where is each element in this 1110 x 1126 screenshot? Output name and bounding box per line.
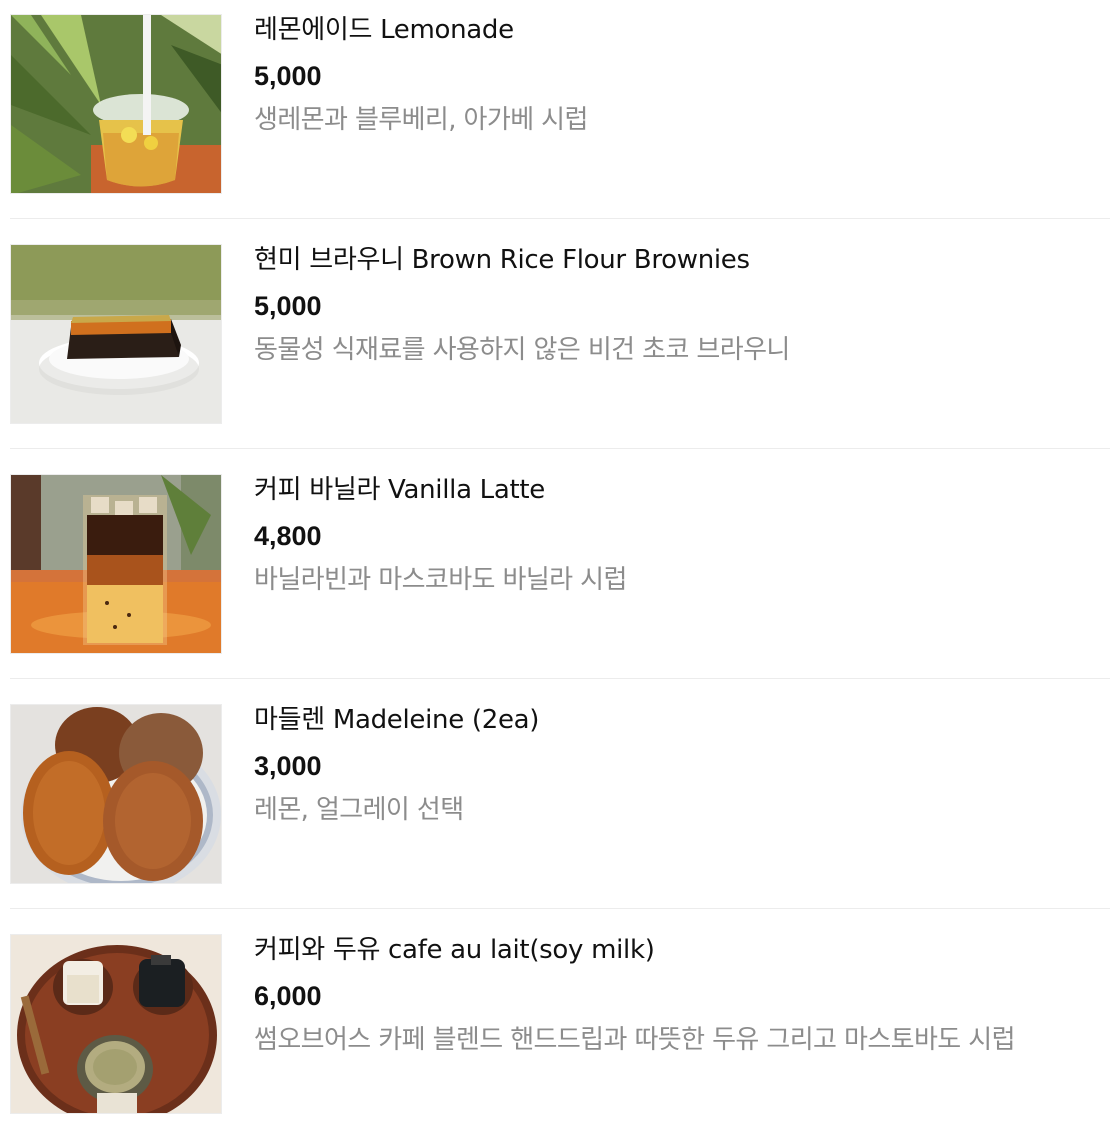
lemonade-photo[interactable]: [10, 14, 222, 194]
menu-item-info: 커피와 두유 cafe au lait(soy milk) 6,000 썸오브어…: [254, 934, 1110, 1056]
menu-item[interactable]: 커피 바닐라 Vanilla Latte 4,800 바닐라빈과 마스코바도 바…: [10, 474, 1110, 704]
vanilla-latte-photo[interactable]: [10, 474, 222, 654]
menu-item-name: 커피와 두유 cafe au lait(soy milk): [254, 935, 655, 965]
menu-item-info: 현미 브라우니 Brown Rice Flour Brownies 5,000 …: [254, 244, 1110, 366]
lemonade-image: [11, 15, 221, 193]
menu-item-price: 4,800: [254, 521, 322, 551]
cafe-au-lait-photo[interactable]: [10, 934, 222, 1114]
menu-item-name: 마들렌 Madeleine (2ea): [254, 705, 540, 735]
madeleine-photo[interactable]: [10, 704, 222, 884]
menu-item[interactable]: 현미 브라우니 Brown Rice Flour Brownies 5,000 …: [10, 244, 1110, 474]
menu-item-name: 레몬에이드 Lemonade: [254, 15, 514, 45]
divider: [10, 448, 1110, 449]
menu-item-price: 5,000: [254, 291, 322, 321]
menu-item[interactable]: 레몬에이드 Lemonade 5,000 생레몬과 블루베리, 아가베 시럽: [10, 14, 1110, 244]
menu-item-description: 레몬, 얼그레이 선택: [254, 795, 464, 825]
cafe-au-lait-image: [11, 935, 221, 1113]
menu-item-description: 썸오브어스 카페 블렌드 핸드드립과 따뜻한 두유 그리고 마스토바도 시럽: [254, 1025, 1016, 1055]
menu-item-price: 6,000: [254, 981, 322, 1011]
menu-item-name: 커피 바닐라 Vanilla Latte: [254, 475, 545, 505]
menu-item[interactable]: 커피와 두유 cafe au lait(soy milk) 6,000 썸오브어…: [10, 934, 1110, 1124]
menu-item-info: 레몬에이드 Lemonade 5,000 생레몬과 블루베리, 아가베 시럽: [254, 14, 1110, 136]
divider: [10, 908, 1110, 909]
menu-item-name: 현미 브라우니 Brown Rice Flour Brownies: [254, 245, 750, 275]
menu-item-price: 3,000: [254, 751, 322, 781]
divider: [10, 678, 1110, 679]
menu-item-info: 커피 바닐라 Vanilla Latte 4,800 바닐라빈과 마스코바도 바…: [254, 474, 1110, 596]
divider: [10, 218, 1110, 219]
vanilla-latte-image: [11, 475, 221, 653]
brownie-image: [11, 245, 221, 423]
menu-list: 레몬에이드 Lemonade 5,000 생레몬과 블루베리, 아가베 시럽 현…: [10, 14, 1110, 1114]
menu-item-price: 5,000: [254, 61, 322, 91]
menu-item-description: 동물성 식재료를 사용하지 않은 비건 초코 브라우니: [254, 335, 790, 365]
menu-item-description: 생레몬과 블루베리, 아가베 시럽: [254, 105, 588, 135]
madeleine-image: [11, 705, 221, 883]
menu-item-description: 바닐라빈과 마스코바도 바닐라 시럽: [254, 565, 627, 595]
menu-item-info: 마들렌 Madeleine (2ea) 3,000 레몬, 얼그레이 선택: [254, 704, 1110, 826]
brownie-photo[interactable]: [10, 244, 222, 424]
menu-item[interactable]: 마들렌 Madeleine (2ea) 3,000 레몬, 얼그레이 선택: [10, 704, 1110, 934]
